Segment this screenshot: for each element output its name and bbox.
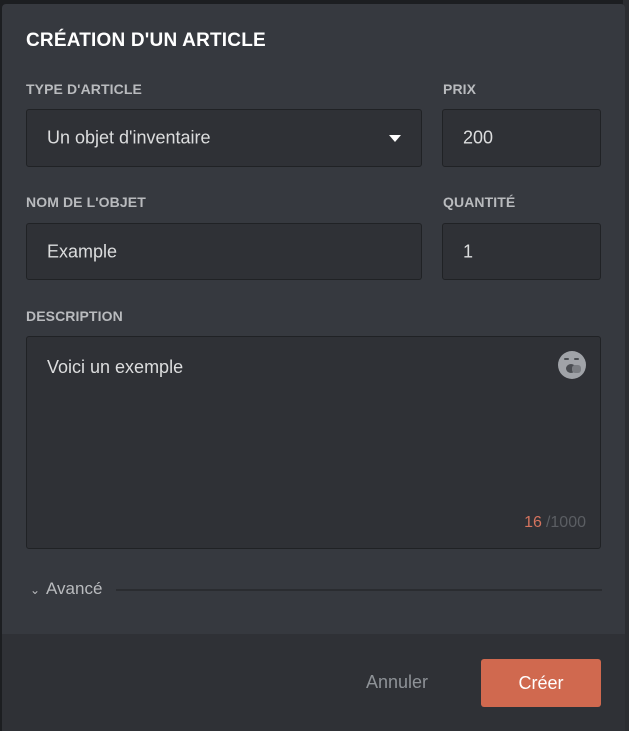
description-textarea[interactable]: Voici un exemple 16/1000: [26, 336, 601, 549]
price-input[interactable]: 200: [442, 109, 601, 167]
quantity-input[interactable]: 1: [442, 223, 601, 280]
advanced-toggle[interactable]: ⌄ Avancé: [30, 578, 602, 600]
chevron-down-icon: [389, 135, 401, 142]
modal-title: CRÉATION D'UN ARTICLE: [26, 30, 266, 51]
cancel-button[interactable]: Annuler: [357, 672, 437, 693]
quantity-value: 1: [463, 241, 474, 261]
type-dropdown[interactable]: Un objet d'inventaire: [26, 109, 422, 167]
type-label: TYPE D'ARTICLE: [26, 81, 142, 97]
character-max: /1000: [545, 514, 586, 531]
chevron-down-icon: ⌄: [30, 583, 41, 597]
advanced-label: Avancé: [46, 579, 103, 598]
character-count: 16: [524, 514, 542, 531]
character-counter: 16/1000: [524, 514, 586, 532]
quantity-label: QUANTITÉ: [443, 194, 516, 210]
name-input[interactable]: Example: [26, 223, 422, 280]
modal-footer: Annuler Créer: [2, 634, 625, 731]
price-label: PRIX: [443, 81, 477, 97]
divider: [116, 589, 602, 591]
create-button[interactable]: Créer: [481, 659, 601, 707]
create-article-modal: CRÉATION D'UN ARTICLE TYPE D'ARTICLE Un …: [2, 4, 625, 731]
description-label: DESCRIPTION: [26, 308, 123, 324]
type-value: Un objet d'inventaire: [47, 127, 211, 148]
description-value: Voici un exemple: [47, 357, 184, 377]
emoji-icon[interactable]: [558, 351, 586, 379]
name-label: NOM DE L'OBJET: [26, 194, 146, 210]
price-value: 200: [463, 127, 494, 148]
name-value: Example: [47, 241, 118, 261]
